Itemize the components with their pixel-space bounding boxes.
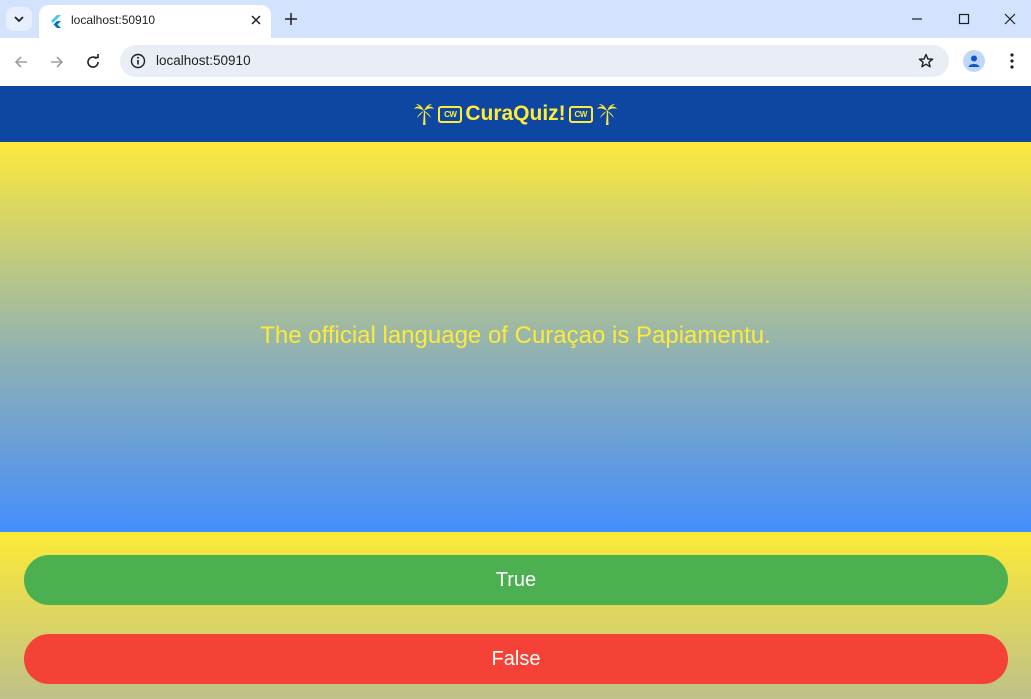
question-text: The official language of Curaçao is Papi…	[260, 322, 771, 349]
palm-tree-icon	[596, 104, 617, 125]
new-tab-button[interactable]	[280, 8, 302, 30]
close-icon	[1004, 13, 1016, 25]
bookmark-button[interactable]	[915, 50, 937, 72]
more-vertical-icon	[1010, 53, 1014, 69]
person-icon	[968, 55, 980, 67]
tab-title: localhost:50910	[71, 13, 156, 27]
curacao-flag-icon: CW	[438, 105, 463, 123]
close-icon	[251, 15, 261, 25]
browser-menu-button[interactable]	[1002, 50, 1022, 72]
star-icon	[918, 53, 934, 68]
app-title: CuraQuiz!	[465, 102, 566, 125]
arrow-right-icon	[51, 56, 64, 68]
browser-tab[interactable]: localhost:50910	[39, 5, 271, 38]
curacao-flag-icon: CW	[568, 105, 593, 123]
maximize-button[interactable]	[953, 8, 975, 30]
address-bar[interactable]: localhost:50910	[120, 45, 949, 77]
reload-button[interactable]	[81, 50, 105, 74]
close-window-button[interactable]	[999, 8, 1021, 30]
tab-close-button[interactable]	[247, 11, 265, 29]
url-text: localhost:50910	[156, 53, 251, 68]
true-button[interactable]: True	[24, 555, 1008, 605]
reload-icon	[87, 54, 99, 68]
minimize-icon	[912, 18, 922, 20]
profile-button[interactable]	[963, 50, 985, 72]
plus-icon	[285, 13, 297, 25]
question-panel: The official language of Curaçao is Papi…	[0, 142, 1031, 532]
forward-button[interactable]	[45, 50, 69, 74]
chevron-down-icon	[14, 16, 24, 23]
info-icon	[130, 53, 146, 69]
minimize-button[interactable]	[906, 8, 928, 30]
arrow-left-icon	[14, 56, 27, 68]
app-title-group: CW CuraQuiz! CW	[413, 102, 617, 126]
tab-strip: localhost:50910	[0, 0, 1031, 38]
back-button[interactable]	[9, 50, 33, 74]
answer-panel: True False	[0, 532, 1031, 699]
flutter-icon	[51, 15, 61, 28]
browser-toolbar: localhost:50910	[0, 38, 1031, 86]
tab-search-button[interactable]	[6, 7, 32, 31]
palm-tree-icon	[414, 104, 435, 125]
maximize-icon	[958, 13, 970, 25]
false-button[interactable]: False	[24, 634, 1008, 684]
app-bar: CW CuraQuiz! CW	[0, 86, 1031, 142]
site-info-button[interactable]	[128, 51, 148, 71]
